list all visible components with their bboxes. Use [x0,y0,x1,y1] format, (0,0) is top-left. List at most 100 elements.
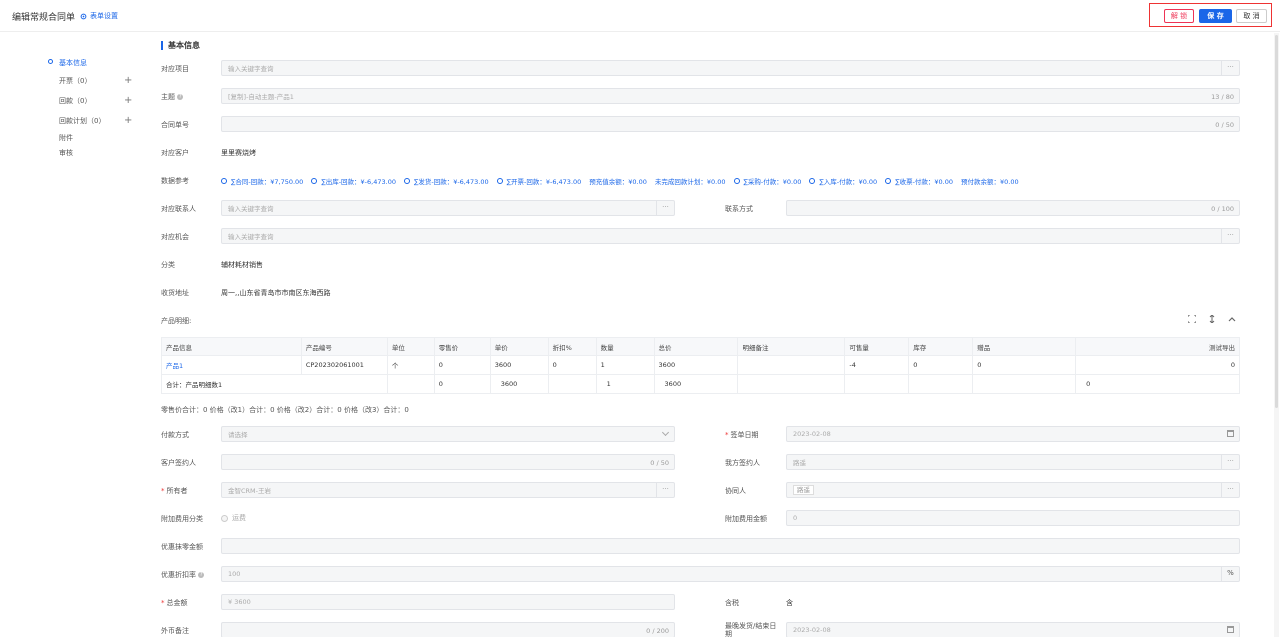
table-cell: 个 [386,355,435,375]
data-ref-item[interactable]: ∑开票-回款：¥-6,473.00 [496,176,582,186]
total-row-label: 合计：产品明细数1 [161,374,388,394]
form-settings-label: 表单设置 [90,12,118,20]
more-dots-icon[interactable]: ··· [656,200,674,216]
more-dots-icon[interactable]: ··· [1221,454,1239,470]
contact-way-input[interactable]: 0 / 100 [786,200,1240,216]
data-ref-item[interactable]: ∑入库-付款：¥0.00 [809,176,877,186]
fx-note-input[interactable]: 0 / 200 [221,622,675,637]
add-plan-plus-icon[interactable]: + [124,116,132,126]
discount-rate-input[interactable]: 100 % [221,566,1240,582]
nav-item-payment-plan[interactable]: 回款计划（0） [59,116,105,126]
data-ref-text: ∑发货-回款：¥-6,473.00 [413,178,489,186]
data-ref-item[interactable]: 预充值余额：¥0.00 [589,176,647,186]
more-dots-icon[interactable]: ··· [1221,482,1239,498]
table-header-cell: 单价 [489,337,549,356]
table-cell [908,374,974,394]
extra-cat-radio[interactable]: 运费 [221,513,246,523]
table-header-row: 产品信息 产品编号 单位 零售价 单价 折扣% 数量 总价 明细备注 可售量 库存 赠品 测试导出 [161,337,1240,356]
data-ref-text: ∑开票-回款：¥-6,473.00 [506,178,582,186]
customer-value: 里里赛烧烤 [221,149,256,157]
extra-amount-input[interactable]: 0 [786,510,1240,526]
nav-active-dot-icon [48,59,53,64]
nav-item-payment[interactable]: 回款（0） [59,96,91,106]
data-ref-text: 预充值余额：¥0.00 [589,178,647,186]
table-row: 产品1 CP202302061001 个 0 3600 0 1 3600 -4 … [161,355,1240,375]
cust-signer-input[interactable]: 0 / 50 [221,454,675,470]
table-cell: CP202302061001 [300,355,388,375]
table-header-cell: 单位 [386,337,435,356]
more-dots-icon[interactable]: ··· [1221,228,1239,244]
save-button[interactable]: 保 存 [1199,9,1232,23]
nav-item-invoice[interactable]: 开票（0） [59,76,91,86]
discount-amount-input[interactable] [221,538,1240,554]
collab-input[interactable]: 路遥 ··· [786,482,1240,498]
table-header-cell: 产品信息 [161,337,302,356]
clock-icon [403,178,410,184]
product-name-link[interactable]: 产品1 [161,355,302,375]
extra-amount-label: 附加费用金额 [725,515,767,523]
data-ref-item[interactable]: ∑采购-付款：¥0.00 [733,176,801,186]
data-ref-list: ∑合同-回款：¥7,750.00 ∑出库-回款：¥-6,473.00 ∑发货-回款：… [221,176,1027,186]
data-ref-item[interactable]: 未完成回款计划：¥0.00 [655,176,726,186]
unlock-button[interactable]: 解 锁 [1164,9,1194,23]
more-dots-icon[interactable]: ··· [656,482,674,498]
latest-date-input[interactable]: 2023-02-08 [786,622,1240,637]
extra-cat-label: 附加费用分类 [161,515,203,523]
contact-input[interactable]: 输入关键字查询 ··· [221,200,675,216]
table-total-row: 合计：产品明细数1 0 3600 1 3600 0 [161,374,1240,394]
opportunity-input[interactable]: 输入关键字查询 ··· [221,228,1240,244]
data-ref-text: ∑出库-回款：¥-6,473.00 [321,178,396,186]
pay-method-select[interactable]: 请选择 [221,426,675,442]
table-cell: 1 [595,374,655,394]
table-header-cell: 赠品 [972,337,1077,356]
contract-no-input[interactable]: 0 / 50 [221,116,1240,132]
subject-input[interactable]: [复制]-自动主题-产品1 13 / 80 [221,88,1240,104]
data-ref-item[interactable]: ∑合同-回款：¥7,750.00 [221,176,303,186]
form-settings-link[interactable]: 表单设置 [80,11,118,21]
project-input[interactable]: 输入关键字查询 ··· [221,60,1240,76]
table-header-cell: 总价 [653,337,739,356]
table-cell: 0 [433,355,491,375]
subject-label: 主题 ? [161,93,184,101]
table-cell: 1 [595,355,655,375]
collapse-chevron-up-icon[interactable] [1228,315,1236,323]
table-cell: 3600 [653,374,739,394]
project-label: 对应项目 [161,65,189,73]
table-cell [737,374,846,394]
category-label: 分类 [161,261,175,269]
radio-icon[interactable] [221,514,228,522]
nav-item-basic[interactable]: 基本信息 [59,58,87,68]
total-label: * 总金额 [161,599,188,607]
cancel-button[interactable]: 取 消 [1236,9,1267,23]
table-header-cell: 数量 [595,337,655,356]
add-payment-plus-icon[interactable]: + [124,96,132,106]
owner-input[interactable]: 金智CRM-王岩 ··· [221,482,675,498]
data-ref-item[interactable]: ∑出库-回款：¥-6,473.00 [311,176,396,186]
table-cell [844,374,910,394]
discount-amount-label: 优惠抹零金额 [161,543,203,551]
clock-icon [221,178,227,184]
collab-tag[interactable]: 路遥 [793,485,814,495]
table-cell: 3600 [653,355,739,375]
data-ref-item[interactable]: 预付款余额：¥0.00 [961,176,1019,186]
row-height-icon[interactable] [1208,315,1216,323]
add-invoice-plus-icon[interactable]: + [124,76,132,86]
sign-date-input[interactable]: 2023-02-08 [786,426,1240,442]
data-ref-item[interactable]: ∑发货-回款：¥-6,473.00 [403,176,489,186]
table-header-cell: 折扣% [547,337,597,356]
nav-item-attachment[interactable]: 附件 [59,133,73,143]
data-ref-label: 数据参考 [161,177,189,185]
scrollbar-thumb[interactable] [1275,35,1278,408]
product-table: 产品信息 产品编号 单位 零售价 单价 折扣% 数量 总价 明细备注 可售量 库存 赠品 测试导出 产品… [161,337,1240,394]
fullscreen-icon[interactable] [1188,315,1196,323]
total-input[interactable]: ¥ 3600 [221,594,675,610]
our-signer-input[interactable]: 路遥 ··· [786,454,1240,470]
data-ref-item[interactable]: ∑收票-付款：¥0.00 [885,176,953,186]
fx-note-label: 外币备注 [161,627,189,635]
nav-item-audit[interactable]: 审核 [59,148,73,158]
contact-label: 对应联系人 [161,205,196,213]
products-label: 产品明细: [161,317,192,325]
more-dots-icon[interactable]: ··· [1221,60,1239,76]
cust-signer-label: 客户签约人 [161,459,196,467]
table-header-cell: 明细备注 [737,337,846,356]
